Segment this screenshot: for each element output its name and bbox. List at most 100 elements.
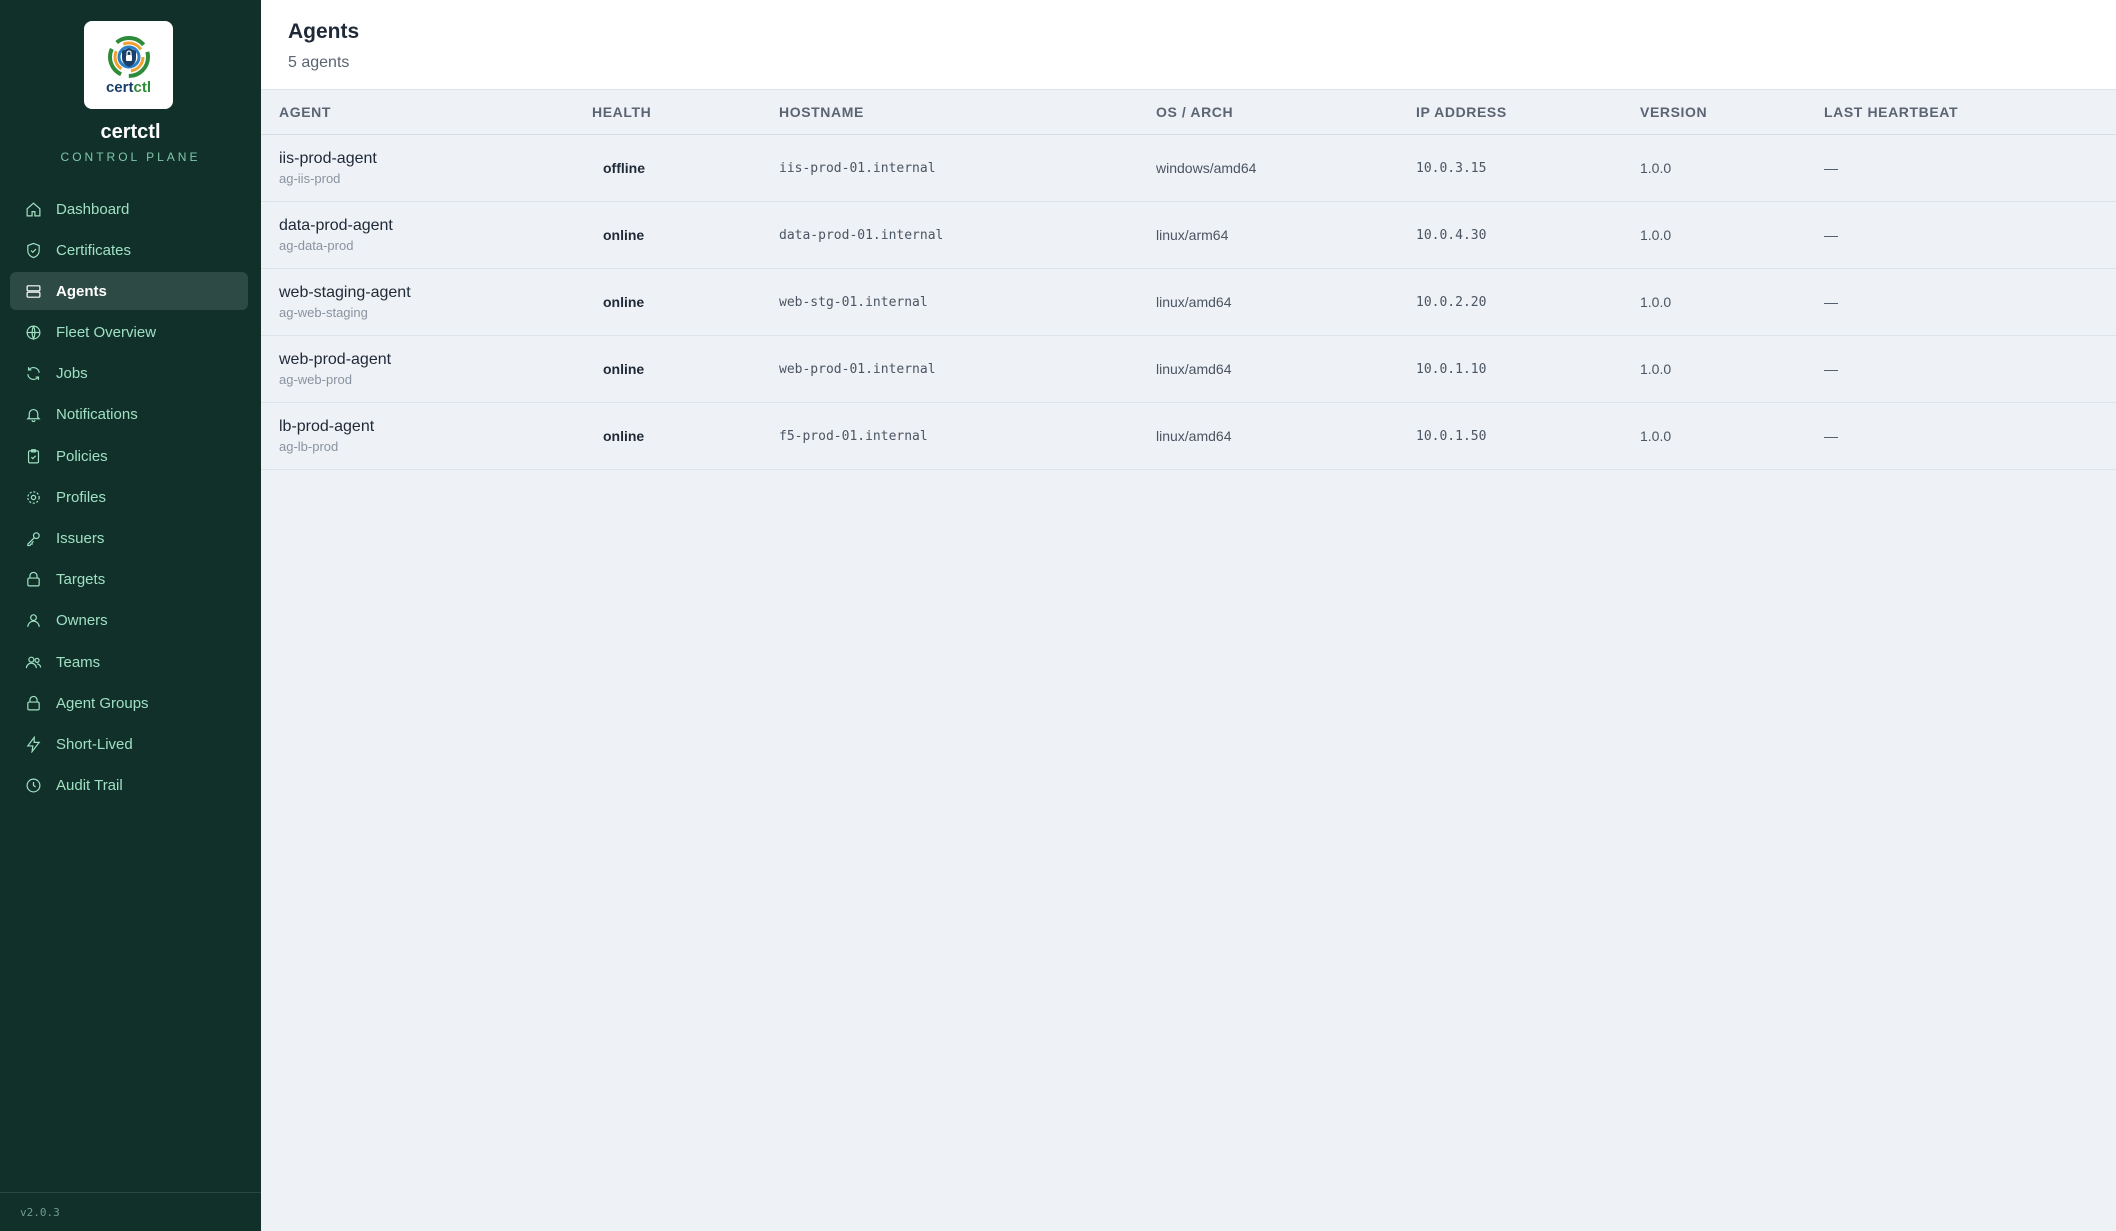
- shield-check-icon: [24, 241, 42, 259]
- sidebar-item-label: Short-Lived: [56, 735, 133, 753]
- clock-icon: [24, 777, 42, 795]
- table-row[interactable]: iis-prod-agent ag-iis-prod offline iis-p…: [261, 135, 2116, 202]
- agent-cell: web-staging-agent ag-web-staging: [261, 284, 592, 320]
- version: 1.0.0: [1640, 361, 1672, 377]
- server-icon: [24, 282, 42, 300]
- agent-cell: data-prod-agent ag-data-prod: [261, 217, 592, 253]
- agent-id: ag-lb-prod: [279, 439, 339, 454]
- column-header-agent[interactable]: AGENT: [261, 104, 592, 120]
- user-icon: [24, 612, 42, 630]
- ip-address: 10.0.1.10: [1416, 361, 1487, 377]
- sidebar-item-jobs[interactable]: Jobs: [10, 355, 248, 393]
- sidebar-item-label: Agents: [56, 282, 107, 300]
- column-header-os-arch[interactable]: OS / ARCH: [1156, 104, 1416, 120]
- agent-id: ag-web-prod: [279, 372, 352, 387]
- shield-logo-icon: [107, 35, 150, 78]
- agent-id: ag-iis-prod: [279, 171, 341, 186]
- agent-name[interactable]: web-prod-agent: [279, 351, 592, 369]
- globe-icon: [24, 324, 42, 342]
- sidebar: certctl certctl CONTROL PLANE Dashboard …: [0, 0, 261, 1231]
- health-status: online: [603, 361, 645, 377]
- hostname: web-prod-01.internal: [779, 361, 936, 377]
- sidebar-item-teams[interactable]: Teams: [10, 643, 248, 681]
- page-header: Agents 5 agents: [261, 0, 2116, 90]
- sidebar-item-label: Profiles: [56, 488, 107, 506]
- sidebar-item-label: Fleet Overview: [56, 324, 157, 342]
- sidebar-item-label: Targets: [56, 571, 106, 589]
- hostname: iis-prod-01.internal: [779, 160, 936, 176]
- health-status: online: [603, 227, 645, 243]
- clipboard-check-icon: [24, 447, 42, 465]
- sidebar-item-label: Policies: [56, 447, 108, 465]
- version: 1.0.0: [1640, 294, 1672, 310]
- version: 1.0.0: [1640, 428, 1672, 444]
- health-status: offline: [603, 160, 645, 176]
- health-status: online: [603, 294, 645, 310]
- page-title: Agents: [288, 20, 360, 43]
- agent-id: ag-data-prod: [279, 238, 354, 253]
- sidebar-item-issuers[interactable]: Issuers: [10, 520, 248, 558]
- home-icon: [24, 200, 42, 218]
- lock-icon: [24, 694, 42, 712]
- sidebar-item-label: Issuers: [56, 530, 105, 547]
- sidebar-item-label: Owners: [56, 612, 108, 630]
- sidebar-item-agent-groups[interactable]: Agent Groups: [10, 684, 248, 722]
- agent-name[interactable]: data-prod-agent: [279, 217, 592, 235]
- brand-name: certctl: [100, 121, 161, 143]
- hostname: web-stg-01.internal: [779, 294, 928, 310]
- brand-subtitle: CONTROL PLANE: [60, 150, 201, 164]
- gear-icon: [24, 488, 42, 506]
- agent-cell: iis-prod-agent ag-iis-prod: [261, 150, 592, 186]
- lock-icon: [24, 571, 42, 589]
- sidebar-item-fleet-overview[interactable]: Fleet Overview: [10, 314, 248, 352]
- agent-name[interactable]: lb-prod-agent: [279, 418, 592, 436]
- agent-count: 5 agents: [288, 54, 350, 71]
- table-row[interactable]: lb-prod-agent ag-lb-prod online f5-prod-…: [261, 403, 2116, 470]
- column-header-ip-address[interactable]: IP ADDRESS: [1416, 104, 1640, 120]
- column-header-version[interactable]: VERSION: [1640, 104, 1824, 120]
- sidebar-item-policies[interactable]: Policies: [10, 437, 248, 475]
- column-header-last-heartbeat[interactable]: LAST HEARTBEAT: [1824, 104, 2116, 120]
- agents-table: AGENT HEALTH HOSTNAME OS / ARCH IP ADDRE…: [261, 90, 2116, 470]
- sidebar-item-certificates[interactable]: Certificates: [10, 231, 248, 269]
- bell-icon: [24, 406, 42, 424]
- os-arch: windows/amd64: [1156, 160, 1257, 176]
- sidebar-item-notifications[interactable]: Notifications: [10, 396, 248, 434]
- refresh-icon: [24, 365, 42, 383]
- agent-name[interactable]: iis-prod-agent: [279, 150, 592, 168]
- logo[interactable]: certctl: [84, 21, 173, 109]
- version: 1.0.0: [1640, 160, 1672, 176]
- column-header-hostname[interactable]: HOSTNAME: [779, 104, 1156, 120]
- os-arch: linux/amd64: [1156, 428, 1232, 444]
- sidebar-item-short-lived[interactable]: Short-Lived: [10, 725, 248, 763]
- table-header: AGENT HEALTH HOSTNAME OS / ARCH IP ADDRE…: [261, 90, 2116, 135]
- sidebar-item-label: Dashboard: [56, 200, 130, 218]
- table-row[interactable]: data-prod-agent ag-data-prod online data…: [261, 202, 2116, 269]
- os-arch: linux/amd64: [1156, 294, 1232, 310]
- version-label: v2.0.3: [0, 1192, 261, 1231]
- sidebar-item-label: Agent Groups: [56, 694, 149, 712]
- last-heartbeat: —: [1824, 428, 1838, 444]
- ip-address: 10.0.2.20: [1416, 294, 1487, 310]
- sidebar-item-profiles[interactable]: Profiles: [10, 478, 248, 516]
- sidebar-item-label: Notifications: [56, 406, 138, 424]
- health-status: online: [603, 428, 645, 444]
- last-heartbeat: —: [1824, 294, 1838, 310]
- users-icon: [24, 653, 42, 671]
- ip-address: 10.0.1.50: [1416, 428, 1487, 444]
- table-row[interactable]: web-prod-agent ag-web-prod online web-pr…: [261, 336, 2116, 403]
- sidebar-item-owners[interactable]: Owners: [10, 602, 248, 640]
- sidebar-item-agents[interactable]: Agents: [10, 272, 248, 311]
- hostname: data-prod-01.internal: [779, 227, 944, 243]
- ip-address: 10.0.3.15: [1416, 160, 1487, 176]
- column-header-health[interactable]: HEALTH: [592, 104, 779, 120]
- last-heartbeat: —: [1824, 227, 1838, 243]
- main-content: Agents 5 agents AGENT HEALTH HOSTNAME OS…: [261, 0, 2116, 1231]
- agent-cell: web-prod-agent ag-web-prod: [261, 351, 592, 387]
- sidebar-item-audit-trail[interactable]: Audit Trail: [10, 767, 248, 805]
- sidebar-item-targets[interactable]: Targets: [10, 561, 248, 599]
- last-heartbeat: —: [1824, 160, 1838, 176]
- table-row[interactable]: web-staging-agent ag-web-staging online …: [261, 269, 2116, 336]
- sidebar-item-dashboard[interactable]: Dashboard: [10, 190, 248, 228]
- agent-name[interactable]: web-staging-agent: [279, 284, 592, 302]
